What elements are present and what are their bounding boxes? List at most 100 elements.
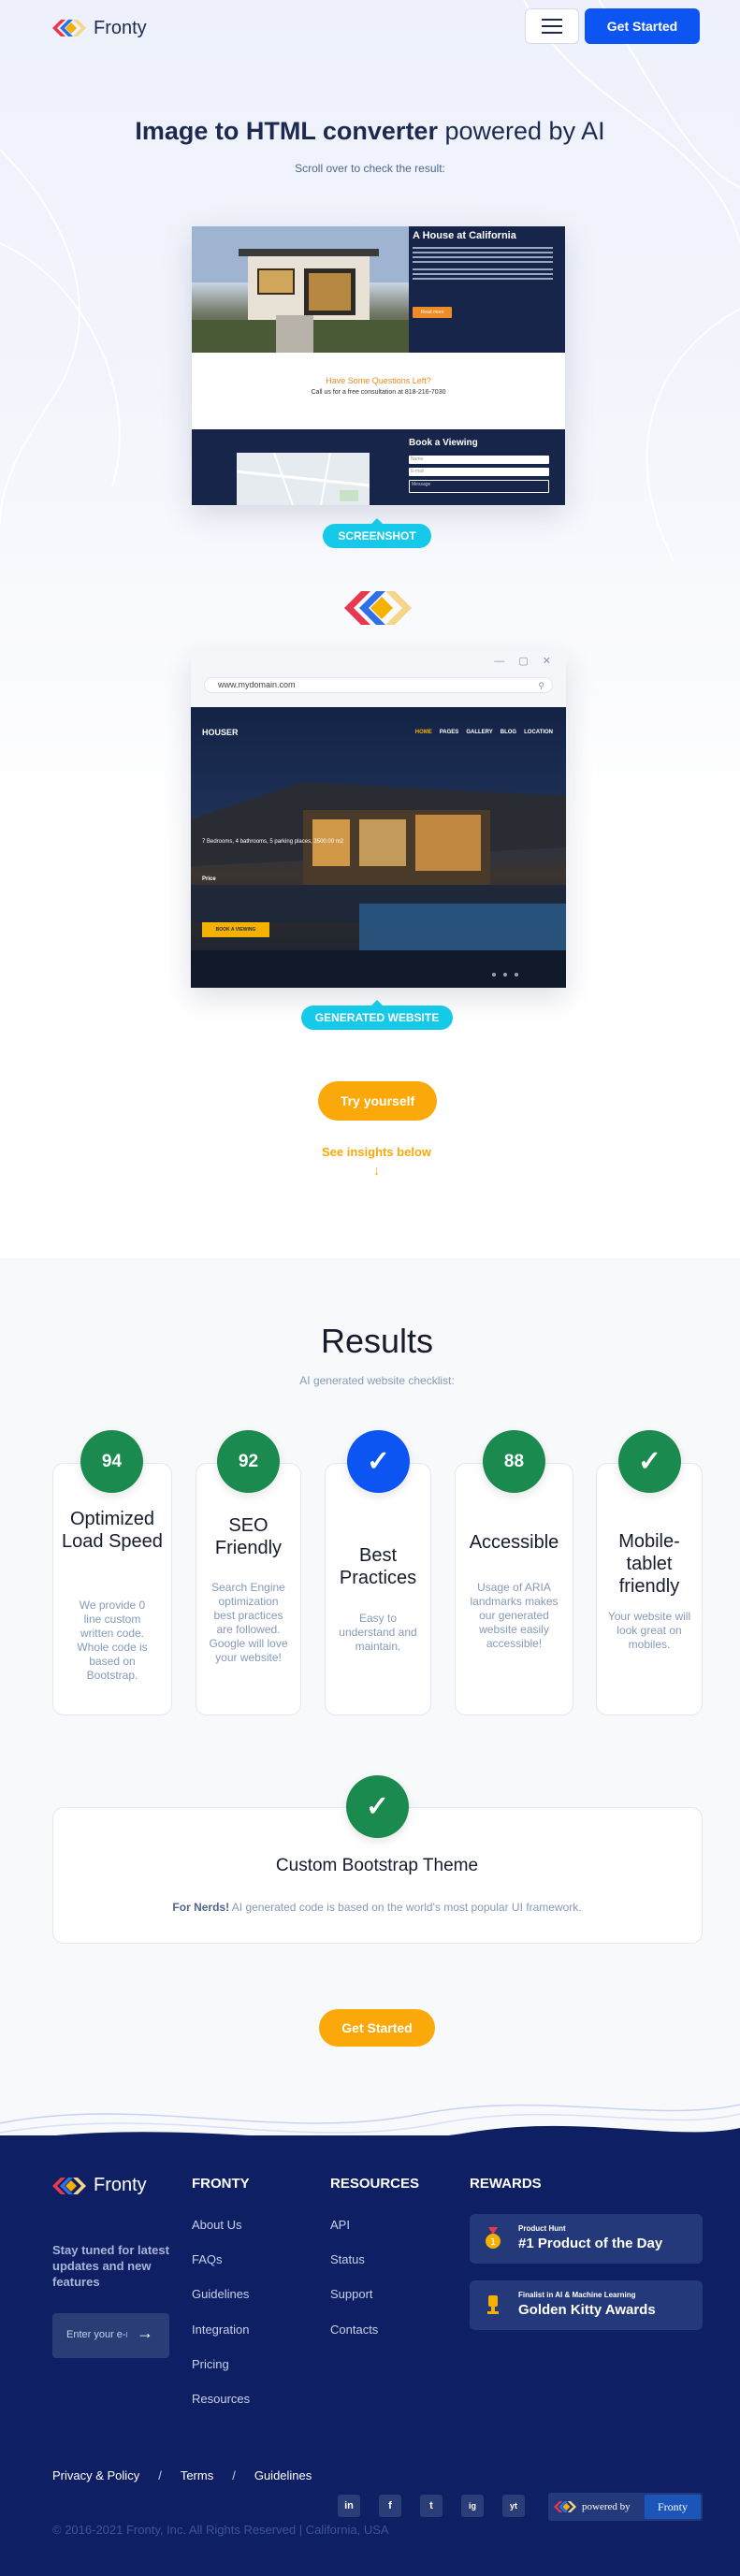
footer-link-support[interactable]: Support: [330, 2287, 373, 2301]
hero-title: Image to HTML converter powered by AI: [0, 117, 740, 146]
fronty-divider-logo-icon: [344, 591, 412, 625]
screenshot-heading: A House at California: [413, 230, 516, 241]
footer-col-resources-title: RESOURCES: [330, 2176, 420, 2192]
brand-logo[interactable]: Fronty: [52, 14, 147, 42]
bootstrap-theme-desc: For Nerds! AI generated code is based on…: [172, 1901, 582, 1914]
footer-link-pricing[interactable]: Pricing: [192, 2357, 229, 2371]
footer-link-api[interactable]: API: [330, 2218, 350, 2232]
property-info: 7 Bedrooms, 4 bathrooms, 5 parking place…: [202, 839, 344, 845]
copyright-text: © 2016-2021 Fronty, Inc. All Rights Rese…: [52, 2523, 389, 2537]
bootstrap-theme-title: Custom Bootstrap Theme: [275, 1856, 479, 1875]
house-night-photo: [191, 782, 566, 988]
window-controls: — ▢ ✕: [494, 656, 557, 667]
card-desc-mobile: Your website will look great on mobiles.: [607, 1610, 691, 1651]
arrow-down-icon: ↓: [373, 1163, 380, 1178]
footer-link-contacts[interactable]: Contacts: [330, 2323, 378, 2337]
footer-link-status[interactable]: Status: [330, 2252, 365, 2266]
generated-website-preview: — ▢ ✕ www.mydomain.com ⚲ HOUSER HOME PAG…: [191, 651, 566, 988]
screenshot-message-field: Message: [409, 480, 549, 493]
header-get-started-button[interactable]: Get Started: [585, 8, 700, 44]
footer-link-resources[interactable]: Resources: [192, 2392, 250, 2406]
search-icon: ⚲: [538, 681, 544, 690]
screenshot-question: Have Some Questions Left?: [326, 376, 431, 385]
footer-legal-links: Privacy & Policy / Terms / Guidelines: [52, 2468, 312, 2482]
screenshot-text-lines: [413, 247, 553, 282]
check-icon-bootstrap: ✓: [346, 1775, 409, 1838]
facebook-icon[interactable]: f: [379, 2495, 401, 2517]
see-insights-link[interactable]: See insights below: [0, 1145, 740, 1159]
footer-brand-name: Fronty: [94, 2175, 147, 2195]
card-desc-best-practices: Easy to understand and maintain.: [339, 1612, 417, 1653]
check-icon-mobile: ✓: [618, 1430, 681, 1493]
results-subtitle: AI generated website checklist:: [299, 1374, 455, 1387]
footer-col-rewards-title: REWARDS: [470, 2176, 542, 2192]
award-golden-kitty[interactable]: Finalist in AI & Machine Learning Golden…: [470, 2280, 703, 2330]
fronty-logo-icon: [52, 20, 86, 36]
score-badge-seo: 92: [217, 1430, 280, 1493]
guidelines-link[interactable]: Guidelines: [254, 2468, 312, 2482]
fronty-logo-icon: [554, 2501, 576, 2512]
generated-site-nav: HOME PAGES GALLERY BLOG LOCATION: [414, 730, 553, 735]
card-title-mobile: Mobile-tablet friendly: [618, 1531, 680, 1597]
card-title-load-speed: Optimized Load Speed: [62, 1509, 163, 1552]
card-title-seo: SEO Friendly: [214, 1515, 283, 1558]
generated-site-hero: HOUSER HOME PAGES GALLERY BLOG LOCATION …: [191, 707, 566, 988]
property-price: Price: [202, 876, 216, 882]
try-yourself-button[interactable]: Try yourself: [318, 1081, 437, 1121]
svg-text:1: 1: [490, 2237, 496, 2248]
generated-website-badge: GENERATED WEBSITE: [301, 1000, 453, 1030]
brand-name: Fronty: [94, 17, 147, 38]
houser-logo: HOUSER: [202, 728, 239, 737]
footer-brand-logo[interactable]: Fronty: [52, 2175, 147, 2196]
twitter-icon[interactable]: t: [420, 2495, 443, 2517]
screenshot-badge: SCREENSHOT: [323, 518, 431, 548]
hero-title-rest: powered by AI: [444, 117, 605, 145]
hero-title-bold: Image to HTML converter: [135, 117, 438, 145]
youtube-icon[interactable]: yt: [502, 2495, 525, 2517]
screenshot-name-field: Name: [409, 456, 549, 464]
hero-subtitle: Scroll over to check the result:: [295, 162, 445, 175]
results-get-started-button[interactable]: Get Started: [319, 2009, 435, 2047]
site-header: Fronty Get Started: [0, 0, 740, 54]
card-title-best-practices: Best Practices: [339, 1545, 417, 1588]
score-badge-accessible: 88: [483, 1430, 545, 1493]
results-title: Results: [320, 1322, 434, 1360]
newsletter-text: Stay tuned for latest updates and new fe…: [52, 2243, 169, 2289]
card-title-accessible: Accessible: [469, 1532, 559, 1553]
map-thumbnail: [236, 452, 370, 505]
screenshot-preview: A House at California Read more Have Som…: [192, 226, 565, 505]
book-viewing-button: BOOK A VIEWING: [202, 922, 269, 937]
screenshot-call: Call us for a free consultation at 818-2…: [311, 389, 446, 396]
score-badge-load-speed: 94: [80, 1430, 143, 1493]
medal-icon: 1: [486, 2227, 501, 2249]
card-desc-accessible: Usage of ARIA landmarks makes our genera…: [470, 1581, 559, 1650]
card-desc-seo: Search Engine optimization best practice…: [209, 1581, 288, 1664]
footer-link-guidelines[interactable]: Guidelines: [192, 2287, 249, 2301]
powered-by-badge[interactable]: powered by Fronty: [548, 2493, 703, 2521]
hamburger-icon: [542, 19, 562, 21]
slider-dots: [492, 973, 518, 977]
footer-col-fronty-title: FRONTY: [192, 2176, 250, 2192]
address-url: www.mydomain.com: [218, 680, 296, 689]
house-photo: [192, 226, 409, 353]
linkedin-icon[interactable]: in: [338, 2495, 360, 2517]
check-icon-best-practices: ✓: [347, 1430, 410, 1493]
screenshot-read-more: Read more: [413, 307, 452, 318]
fronty-logo-icon: [52, 2177, 86, 2194]
terms-link[interactable]: Terms: [181, 2468, 213, 2482]
menu-toggle-button[interactable]: [525, 8, 579, 44]
footer-link-about[interactable]: About Us: [192, 2218, 241, 2232]
hero-section: [0, 0, 740, 1258]
instagram-icon[interactable]: ig: [461, 2495, 484, 2517]
arrow-right-icon[interactable]: →: [137, 2323, 153, 2343]
newsletter-email-input[interactable]: Enter your e-mail →: [52, 2313, 169, 2358]
trophy-icon: [487, 2295, 499, 2314]
card-desc-load-speed: We provide 0 line custom written code. W…: [77, 1599, 148, 1682]
screenshot-email-field: E-mail: [409, 468, 549, 476]
footer-link-integration[interactable]: Integration: [192, 2323, 249, 2337]
address-bar: www.mydomain.com ⚲: [204, 677, 553, 693]
privacy-link[interactable]: Privacy & Policy: [52, 2468, 139, 2482]
award-product-hunt[interactable]: 1 Product Hunt #1 Product of the Day: [470, 2214, 703, 2264]
footer-link-faqs[interactable]: FAQs: [192, 2252, 223, 2266]
screenshot-book-heading: Book a Viewing: [409, 438, 478, 448]
